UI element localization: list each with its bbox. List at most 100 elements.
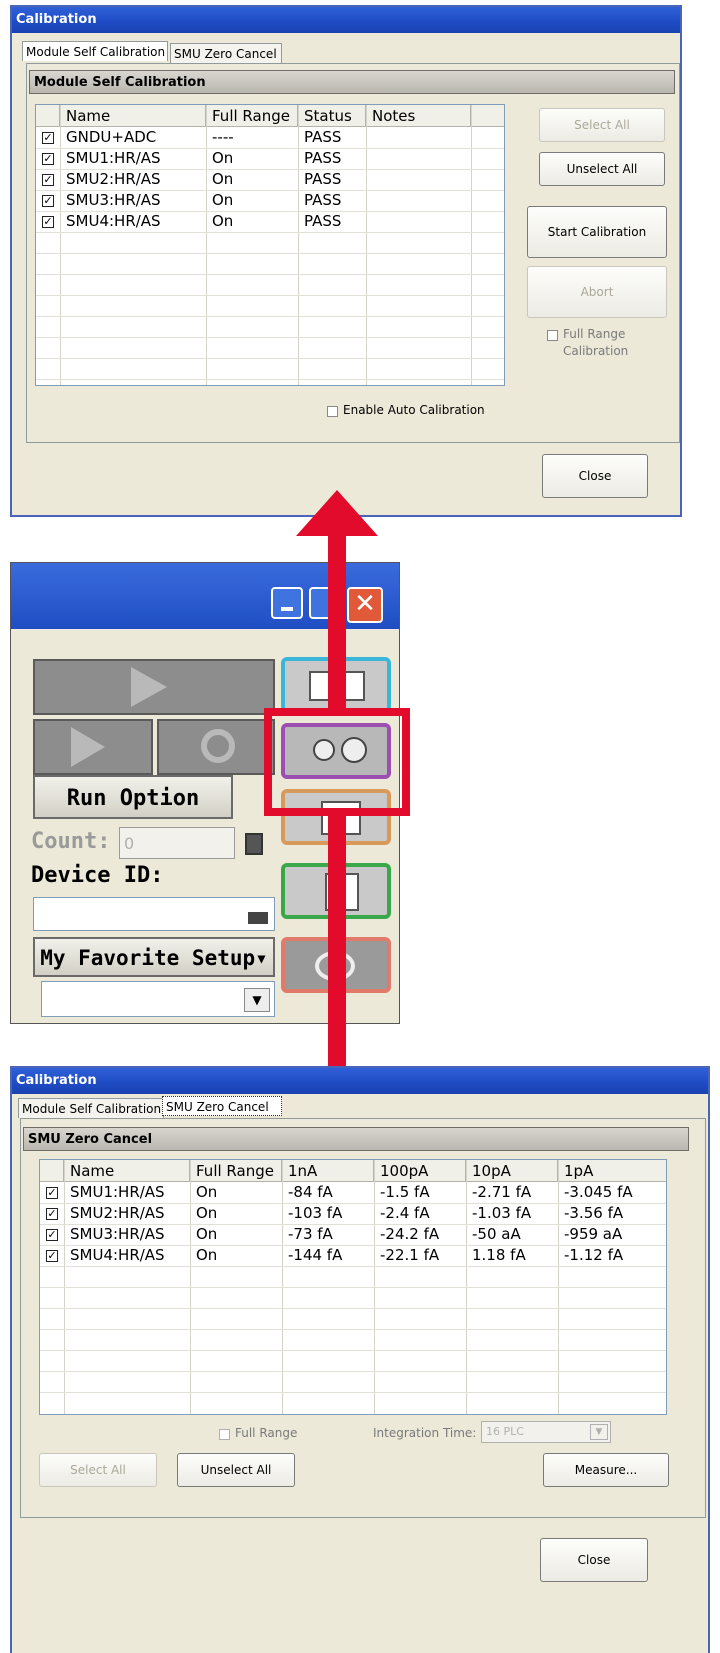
integration-time-select[interactable]: 16 PLC ▼ <box>481 1421 611 1443</box>
unselect-all-button[interactable]: Unselect All <box>539 152 665 186</box>
refresh-button[interactable] <box>157 719 275 775</box>
table-cell-full-range: On <box>196 1246 218 1264</box>
table-cell-status: PASS <box>304 170 342 188</box>
tab-module-self-calibration[interactable]: Module Self Calibration <box>22 41 168 61</box>
highlight-box <box>264 708 410 816</box>
checkbox-checked-icon[interactable]: ✓ <box>42 174 54 186</box>
refresh-icon <box>201 729 235 763</box>
table-cell-name: SMU1:HR/AS <box>70 1183 165 1201</box>
checkbox-checked-icon[interactable]: ✓ <box>42 195 54 207</box>
grid-line <box>36 274 504 275</box>
col-full-range[interactable]: Full Range <box>206 105 298 127</box>
table-cell-1na: -103 fA <box>288 1204 343 1222</box>
integration-time-label: Integration Time: <box>373 1426 477 1440</box>
table-cell-10pa: -2.71 fA <box>472 1183 532 1201</box>
measure-button[interactable]: Measure... <box>543 1453 669 1487</box>
window-title: Calibration <box>12 7 680 33</box>
tab-module-self-calibration[interactable]: Module Self Calibration <box>18 1098 164 1118</box>
table-cell-full-range: ---- <box>212 128 234 146</box>
keyboard-icon[interactable] <box>248 912 268 924</box>
table-cell-100pa: -1.5 fA <box>380 1183 430 1201</box>
table-cell-name: SMU1:HR/AS <box>66 149 161 167</box>
table-cell-full-range: On <box>212 149 234 167</box>
count-input[interactable]: 0 <box>119 827 235 859</box>
table-cell-10pa: 1.18 fA <box>472 1246 526 1264</box>
abort-button[interactable]: Abort <box>527 266 667 318</box>
full-range-calibration-label: Full Range <box>563 327 626 341</box>
grid-line <box>40 1266 666 1267</box>
arrow-down-shaft <box>328 814 346 1082</box>
checkbox-checked-icon[interactable]: ✓ <box>46 1250 58 1262</box>
enable-auto-calibration-checkbox[interactable] <box>327 406 338 417</box>
tab-panel: SMU Zero Cancel Name Full Range 1nA 100p… <box>20 1118 706 1518</box>
unselect-all-button[interactable]: Unselect All <box>177 1453 295 1487</box>
close-button[interactable]: Close <box>540 1538 648 1582</box>
calculator-icon[interactable] <box>245 833 263 855</box>
col-name[interactable]: Name <box>64 1160 190 1182</box>
table-cell-status: PASS <box>304 128 342 146</box>
table-cell-full-range: On <box>212 212 234 230</box>
table-cell-status: PASS <box>304 149 342 167</box>
my-favorite-setup-button[interactable]: My Favorite Setup▾ <box>33 937 275 977</box>
tab-smu-zero-cancel[interactable]: SMU Zero Cancel <box>162 1096 282 1116</box>
dropdown-arrow-icon[interactable]: ▼ <box>590 1424 608 1440</box>
grid-line <box>36 232 504 233</box>
full-range-calibration-label: Calibration <box>563 344 629 358</box>
col-10pa[interactable]: 10pA <box>466 1160 558 1182</box>
table-cell-full-range: On <box>212 170 234 188</box>
minimize-icon[interactable] <box>271 587 303 619</box>
full-range-calibration-checkbox[interactable] <box>547 330 558 341</box>
select-all-button[interactable]: Select All <box>539 108 665 142</box>
checkbox-checked-icon[interactable]: ✓ <box>42 153 54 165</box>
grid-line <box>36 337 504 338</box>
col-name[interactable]: Name <box>60 105 206 127</box>
run-button[interactable] <box>33 659 275 715</box>
col-100pa[interactable]: 100pA <box>374 1160 466 1182</box>
col-1pa[interactable]: 1pA <box>558 1160 666 1182</box>
tab-panel: Module Self Calibration Name Full Range … <box>26 63 680 443</box>
full-range-checkbox[interactable] <box>219 1429 230 1440</box>
tab-smu-zero-cancel[interactable]: SMU Zero Cancel <box>170 43 282 63</box>
close-x-icon[interactable]: ✕ <box>347 587 383 623</box>
checkbox-checked-icon[interactable]: ✓ <box>46 1229 58 1241</box>
grid-line <box>36 358 504 359</box>
col-notes[interactable]: Notes <box>366 105 471 127</box>
table-cell-1pa: -3.045 fA <box>564 1183 633 1201</box>
grid-line <box>40 1371 666 1372</box>
arrow-up-shaft <box>328 528 346 710</box>
top-calibration-window: Calibration Module Self Calibration SMU … <box>10 5 682 517</box>
table-cell-full-range: On <box>196 1183 218 1201</box>
table-cell-name: SMU3:HR/AS <box>70 1225 165 1243</box>
device-id-input[interactable] <box>33 897 275 931</box>
checkbox-checked-icon[interactable]: ✓ <box>42 132 54 144</box>
col-full-range[interactable]: Full Range <box>190 1160 282 1182</box>
col-check <box>36 105 60 127</box>
zero-cancel-table: Name Full Range 1nA 100pA 10pA 1pA ✓ SMU… <box>39 1159 667 1415</box>
run-option-button[interactable]: Run Option <box>33 775 233 819</box>
col-status[interactable]: Status <box>298 105 366 127</box>
calibration-table: Name Full Range Status Notes ✓ GNDU+ADC … <box>35 104 505 386</box>
table-cell-10pa: -1.03 fA <box>472 1204 532 1222</box>
close-button[interactable]: Close <box>542 454 648 498</box>
play-plus-icon <box>71 727 105 767</box>
start-calibration-button[interactable]: Start Calibration <box>527 206 667 258</box>
select-all-button[interactable]: Select All <box>39 1453 157 1487</box>
table-cell-name: SMU2:HR/AS <box>66 170 161 188</box>
checkbox-checked-icon[interactable]: ✓ <box>46 1208 58 1220</box>
favorite-setup-select[interactable]: ▼ <box>41 981 275 1017</box>
table-cell-1na: -73 fA <box>288 1225 333 1243</box>
grid-line <box>36 295 504 296</box>
table-cell-status: PASS <box>304 212 342 230</box>
checkbox-checked-icon[interactable]: ✓ <box>42 216 54 228</box>
checkbox-checked-icon[interactable]: ✓ <box>46 1187 58 1199</box>
dropdown-arrow-icon[interactable]: ▼ <box>244 988 270 1012</box>
repeat-run-button[interactable] <box>33 719 153 775</box>
col-1na[interactable]: 1nA <box>282 1160 374 1182</box>
table-cell-1na: -144 fA <box>288 1246 343 1264</box>
grid-line <box>40 1392 666 1393</box>
col-check <box>40 1160 64 1182</box>
grid-line <box>40 1350 666 1351</box>
table-cell-10pa: -50 aA <box>472 1225 521 1243</box>
arrow-up-head <box>296 490 378 536</box>
table-cell-full-range: On <box>212 191 234 209</box>
